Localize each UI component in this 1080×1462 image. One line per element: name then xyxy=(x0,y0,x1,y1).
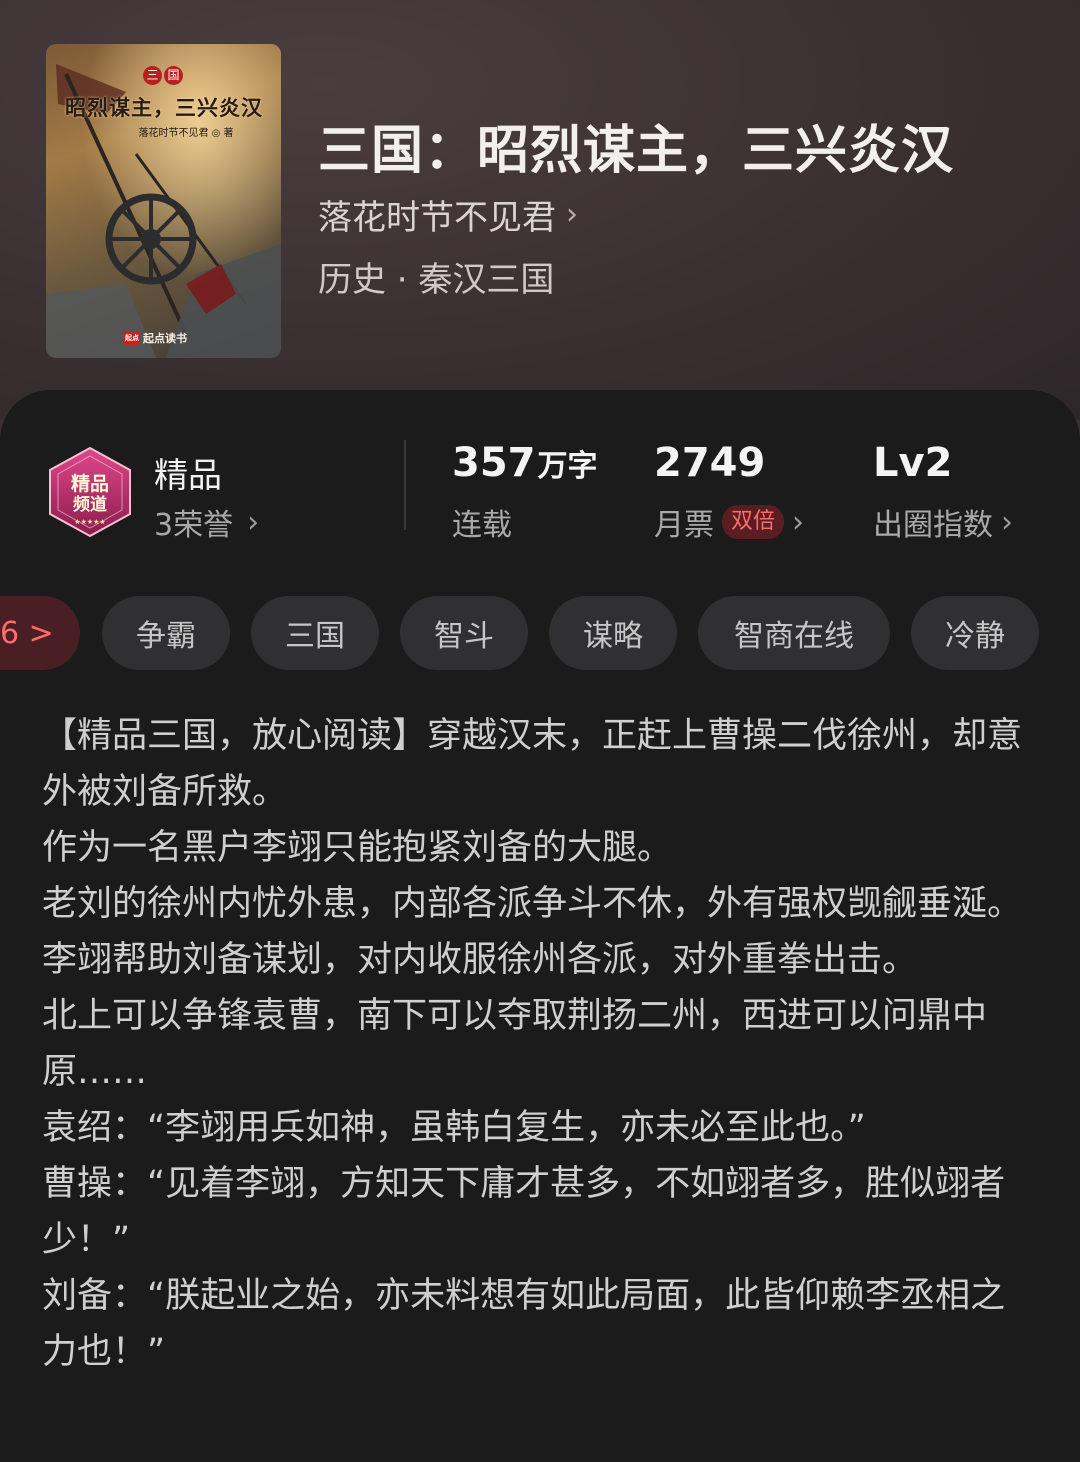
tag-item[interactable]: 冷静 xyxy=(911,596,1039,670)
book-detail-page: 三 国 昭烈谋主，三兴炎汉 落花时节不见君 ◎ 著 起点 起点读书 三国：昭烈谋… xyxy=(0,0,1080,1462)
synopsis-paragraph: 作为一名黑户李翊只能抱紧刘备的大腿。 xyxy=(42,828,673,868)
word-count-number: 357 xyxy=(452,440,536,486)
book-header: 三 国 昭烈谋主，三兴炎汉 落花时节不见君 ◎ 著 起点 起点读书 三国：昭烈谋… xyxy=(0,0,1080,420)
stats-divider xyxy=(404,440,406,530)
honor-count: 3荣誉 xyxy=(154,508,234,543)
cover-publisher: 起点 起点读书 xyxy=(124,330,187,346)
tag-more[interactable]: 6 > xyxy=(0,596,80,670)
synopsis-paragraph: 老刘的徐州内忧外患，内部各派争斗不休，外有强权觊觎垂涎。 xyxy=(42,884,1023,924)
monthly-ticket-label: 月票 xyxy=(654,508,714,543)
tag-item[interactable]: 争霸 xyxy=(102,596,230,670)
chevron-right-icon: › xyxy=(792,504,805,540)
author-name: 落花时节不见君 xyxy=(318,198,556,238)
tag-item[interactable]: 智商在线 xyxy=(698,596,890,670)
tag-item[interactable]: 三国 xyxy=(251,596,379,670)
synopsis-paragraph: 曹操：“见着李翊，方知天下庸才甚多，不如翊者多，胜似翊者少！” xyxy=(42,1164,1006,1260)
cover-series-char: 三 xyxy=(143,66,162,85)
synopsis-paragraph: 袁绍：“李翊用兵如神，虽韩白复生，亦未必至此也。” xyxy=(42,1108,866,1148)
level-value: Lv2 xyxy=(873,440,953,486)
book-category[interactable]: 历史 · 秦汉三国 xyxy=(318,252,554,301)
stat-popularity-level[interactable]: Lv2 出圈指数 › xyxy=(873,440,1013,544)
publisher-logo-icon: 起点 xyxy=(124,331,140,345)
book-title: 三国：昭烈谋主，三兴炎汉 xyxy=(318,120,955,181)
tag-list: 6 > 争霸 三国 智斗 谋略 智商在线 冷静 xyxy=(0,596,1080,670)
chevron-right-icon: › xyxy=(1001,504,1013,540)
word-count-value: 357 万字 xyxy=(452,440,598,486)
level-label-row: 出圈指数 › xyxy=(873,500,1013,544)
book-cover[interactable]: 三 国 昭烈谋主，三兴炎汉 落花时节不见君 ◎ 著 起点 起点读书 xyxy=(46,44,281,358)
book-info-card: 精品 频道 ★★★★★ 精品 3荣誉 › 357 万字 连载 2749 月票 双倍… xyxy=(0,390,1080,1462)
badge-honor: 3荣誉 › xyxy=(154,500,259,544)
tag-item[interactable]: 谋略 xyxy=(549,596,677,670)
serial-status: 连载 xyxy=(452,508,512,543)
cover-series-char: 国 xyxy=(164,66,183,85)
synopsis-paragraph: 刘备：“朕起业之始，亦未料想有如此局面，此皆仰赖李丞相之力也！” xyxy=(42,1276,1006,1372)
svg-text:精品: 精品 xyxy=(71,472,109,495)
tag-item[interactable]: 智斗 xyxy=(400,596,528,670)
chevron-right-icon: › xyxy=(566,197,578,232)
premium-channel-badge-icon: 精品 频道 ★★★★★ xyxy=(49,446,131,538)
synopsis-paragraph: 北上可以争锋袁曹，南下可以夺取荆扬二州，西进可以问鼎中原…… xyxy=(42,996,988,1092)
premium-badge-block[interactable]: 精品 频道 ★★★★★ 精品 3荣誉 › xyxy=(44,446,364,544)
svg-text:★★★★★: ★★★★★ xyxy=(74,518,105,526)
synopsis-paragraph: 李翊帮助刘备谋划，对内收服徐州各派，对外重拳出击。 xyxy=(42,940,918,980)
monthly-ticket-label-row: 月票 双倍 › xyxy=(654,500,804,544)
word-count-unit: 万字 xyxy=(537,449,598,484)
monthly-ticket-value: 2749 xyxy=(654,440,766,486)
badge-label: 精品 xyxy=(154,456,222,496)
author-link[interactable]: 落花时节不见君 › xyxy=(318,190,578,239)
stat-monthly-ticket[interactable]: 2749 月票 双倍 › xyxy=(654,440,804,544)
level-label: 出圈指数 xyxy=(873,508,993,543)
chevron-right-icon: › xyxy=(247,504,260,540)
stat-word-count: 357 万字 连载 xyxy=(452,440,598,544)
synopsis-paragraph: 【精品三国，放心阅读】穿越汉末，正赶上曹操二伐徐州，却意外被刘备所救。 xyxy=(42,716,1023,812)
book-synopsis[interactable]: 【精品三国，放心阅读】穿越汉末，正赶上曹操二伐徐州，却意外被刘备所救。 作为一名… xyxy=(42,708,1032,1380)
cover-series-mark: 三 国 xyxy=(142,66,184,88)
cover-title: 昭烈谋主，三兴炎汉 xyxy=(65,95,263,120)
svg-text:频道: 频道 xyxy=(73,494,107,515)
double-badge: 双倍 xyxy=(722,505,785,539)
cover-author: 落花时节不见君 ◎ 著 xyxy=(138,128,234,139)
publisher-name: 起点读书 xyxy=(143,332,187,345)
